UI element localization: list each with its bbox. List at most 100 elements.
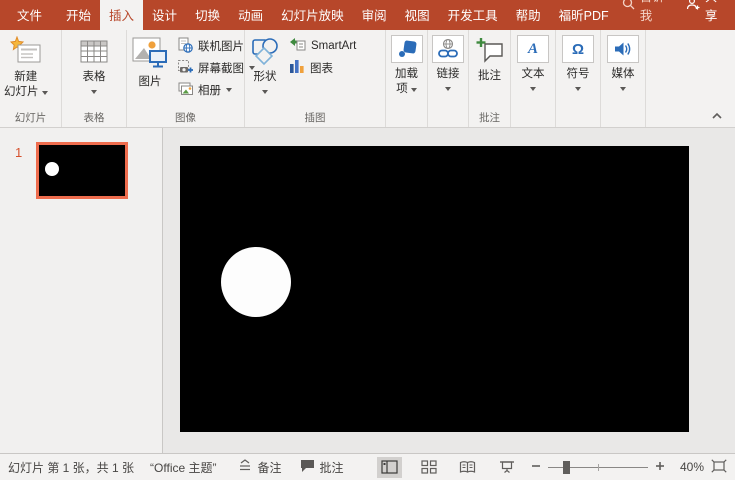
tab-transitions[interactable]: 切换: [186, 0, 229, 30]
reading-view-icon: [459, 460, 476, 474]
group-label-tables: 表格: [62, 110, 126, 127]
group-label-symbols: [556, 110, 600, 127]
slide-thumbnail[interactable]: [36, 142, 128, 199]
slide[interactable]: [180, 146, 689, 432]
status-bar: 幻灯片 第 1 张，共 1 张 “Office 主题” 备注 批注: [0, 454, 735, 480]
table-icon: [79, 34, 109, 70]
addins-label-line2: 项: [396, 82, 408, 97]
slideshow-icon: [499, 460, 515, 474]
tab-animations[interactable]: 动画: [229, 0, 272, 30]
dropdown-arrow-icon: [530, 87, 536, 91]
tab-slideshow[interactable]: 幻灯片放映: [272, 0, 353, 30]
table-label: 表格: [83, 70, 106, 85]
text-label: 文本: [522, 67, 545, 82]
tab-bar: 文件 开始 插入 设计 切换 动画 幻灯片放映 审阅 视图 开发工具 帮助 福昕…: [0, 0, 735, 30]
links-label: 链接: [437, 67, 460, 82]
collapse-ribbon-button[interactable]: [709, 108, 725, 122]
ribbon: 新建 幻灯片 幻灯片 表格 表格 图片: [0, 30, 735, 128]
slide-thumbnail-preview: [39, 145, 125, 196]
addins-icon: [391, 35, 423, 63]
editing-canvas[interactable]: [163, 128, 735, 453]
links-button[interactable]: 链接: [429, 31, 467, 95]
comments-label: 批注: [320, 459, 344, 476]
media-button[interactable]: 媒体: [602, 31, 644, 95]
addins-button[interactable]: 加载 项: [387, 31, 426, 97]
notes-button[interactable]: 备注: [238, 459, 281, 476]
chart-button[interactable]: 图表: [284, 57, 361, 79]
screenshot-icon: [177, 59, 193, 78]
group-illustrations: 形状 SmartArt 图表 插图: [245, 30, 386, 127]
group-label-text: [511, 110, 555, 127]
dropdown-arrow-icon: [262, 90, 268, 94]
zoom-in-button[interactable]: [655, 460, 665, 474]
group-text: A 文本: [511, 30, 556, 127]
tab-foxit-pdf[interactable]: 福昕PDF: [550, 0, 618, 30]
dropdown-arrow-icon: [226, 88, 232, 92]
fit-slide-to-window-button[interactable]: [711, 459, 727, 476]
picture-icon: [131, 35, 169, 71]
minus-icon: [531, 461, 541, 471]
shapes-button[interactable]: 形状: [246, 31, 284, 98]
group-slides: 新建 幻灯片 幻灯片: [0, 30, 62, 127]
new-comment-label: 批注: [478, 69, 501, 84]
zoom-out-button[interactable]: [531, 460, 541, 474]
screenshot-label: 屏幕截图: [198, 60, 244, 76]
picture-button[interactable]: 图片: [128, 31, 172, 90]
media-label: 媒体: [612, 67, 635, 82]
plus-icon: [655, 461, 665, 471]
smartart-button[interactable]: SmartArt: [284, 35, 361, 57]
slide-sorter-view-button[interactable]: [416, 457, 441, 478]
new-slide-label-line1: 新建: [14, 70, 37, 85]
workspace: 1: [0, 128, 735, 454]
tab-file[interactable]: 文件: [8, 0, 51, 30]
dropdown-arrow-icon: [411, 88, 417, 92]
tell-me-label: 告诉我: [640, 0, 666, 24]
new-slide-label-line2: 幻灯片: [4, 85, 39, 100]
dropdown-arrow-icon: [42, 91, 48, 95]
tab-help[interactable]: 帮助: [507, 0, 550, 30]
theme-name: “Office 主题”: [150, 459, 216, 476]
tab-home[interactable]: 开始: [57, 0, 100, 30]
shapes-icon: [249, 34, 281, 70]
comments-button[interactable]: 批注: [300, 459, 344, 476]
share-label: 共享: [705, 0, 721, 24]
slideshow-view-button[interactable]: [494, 457, 519, 478]
fit-to-window-icon: [711, 459, 727, 473]
tell-me-search[interactable]: 告诉我: [618, 0, 670, 30]
zoom-percentage[interactable]: 40%: [672, 460, 704, 474]
chart-label: 图表: [310, 60, 333, 76]
smartart-icon: [289, 37, 306, 55]
group-links: 链接: [428, 30, 469, 127]
text-button[interactable]: A 文本: [512, 31, 554, 95]
group-comments: 批注 批注: [469, 30, 511, 127]
reading-view-button[interactable]: [455, 457, 480, 478]
tab-design[interactable]: 设计: [143, 0, 186, 30]
group-label-images: 图像: [127, 110, 244, 127]
tab-developer[interactable]: 开发工具: [439, 0, 507, 30]
new-comment-button[interactable]: 批注: [470, 31, 509, 84]
picture-label: 图片: [139, 75, 162, 90]
zoom-slider-thumb[interactable]: [563, 461, 570, 474]
thumbnail-circle-shape: [45, 162, 59, 176]
zoom-slider[interactable]: [548, 467, 648, 468]
symbols-button[interactable]: Ω 符号: [557, 31, 599, 95]
circle-shape[interactable]: [221, 247, 291, 317]
tab-review[interactable]: 审阅: [353, 0, 396, 30]
table-button[interactable]: 表格: [76, 31, 112, 98]
normal-view-button[interactable]: [377, 457, 402, 478]
group-label-illustrations: 插图: [245, 110, 385, 127]
omega-icon: Ω: [562, 35, 594, 63]
new-slide-button[interactable]: 新建 幻灯片: [1, 31, 51, 100]
chevron-up-icon: [711, 111, 723, 120]
comment-bubble-icon: [300, 459, 315, 475]
group-label-media: [601, 110, 645, 127]
slide-thumbnail-panel[interactable]: 1: [0, 128, 163, 453]
group-media: 媒体: [601, 30, 646, 127]
share-button[interactable]: 共享: [670, 0, 735, 30]
group-addins: 加载 项: [386, 30, 428, 127]
group-label-links: [428, 110, 468, 127]
tab-insert[interactable]: 插入: [100, 0, 143, 30]
symbols-label: 符号: [567, 67, 590, 82]
slide-counter: 幻灯片 第 1 张，共 1 张: [8, 459, 134, 476]
tab-view[interactable]: 视图: [396, 0, 439, 30]
